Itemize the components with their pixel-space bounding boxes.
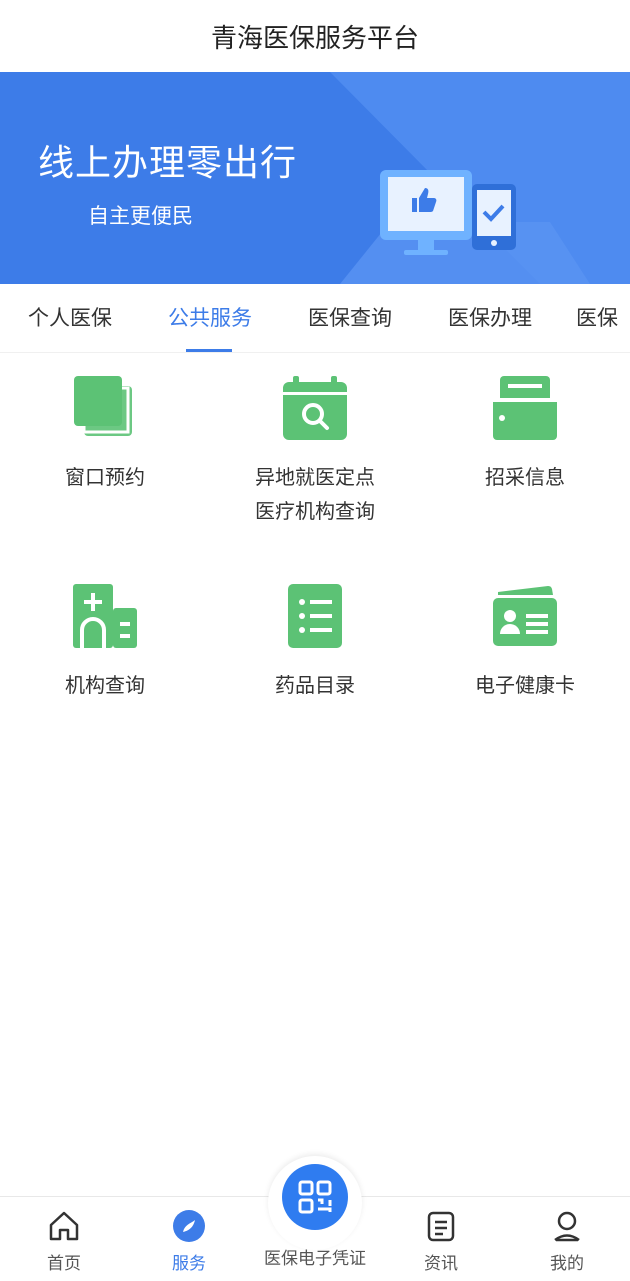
service-e-health-card[interactable]: 电子健康卡 — [420, 568, 630, 702]
service-label: 窗口预约 — [65, 465, 145, 489]
nav-mine-label: 我的 — [550, 1254, 584, 1274]
service-procurement-info[interactable]: 招采信息 — [420, 360, 630, 528]
service-label: 招采信息 — [485, 465, 565, 489]
user-icon — [554, 1211, 580, 1242]
service-label: 电子健康卡 — [475, 673, 575, 697]
qr-code-icon — [298, 1180, 332, 1214]
category-tabs: 个人医保 公共服务 医保查询 医保办理 医保 — [0, 284, 630, 353]
copy-icon — [74, 376, 132, 436]
nav-home[interactable]: 首页 — [14, 1209, 114, 1274]
service-institution-query[interactable]: 机构查询 — [0, 568, 210, 702]
computer-illustration-icon — [330, 72, 630, 284]
nav-mine[interactable]: 我的 — [517, 1209, 617, 1274]
compass-icon — [173, 1210, 205, 1242]
service-grid: 窗口预约 异地就医定点 医疗机构查询 招采信息 机构查询 药品目录 电子健康卡 — [0, 360, 630, 702]
list-icon — [288, 584, 342, 648]
nav-service[interactable]: 服务 — [139, 1209, 239, 1274]
tab-public-service[interactable]: 公共服务 — [140, 284, 280, 352]
calendar-search-icon — [283, 376, 347, 440]
nav-home-label: 首页 — [47, 1254, 81, 1274]
nav-news[interactable]: 资讯 — [391, 1209, 491, 1274]
service-window-appointment[interactable]: 窗口预约 — [0, 360, 210, 528]
service-drug-catalog[interactable]: 药品目录 — [210, 568, 420, 702]
nav-news-label: 资讯 — [424, 1254, 458, 1274]
medical-e-voucher-label: 医保电子凭证 — [264, 1249, 366, 1269]
service-label: 药品目录 — [275, 673, 355, 697]
service-remote-medical-query[interactable]: 异地就医定点 医疗机构查询 — [210, 360, 420, 528]
page-title: 青海医保服务平台 — [0, 0, 630, 72]
promo-banner[interactable]: 线上办理零出行 自主更便民 — [0, 72, 630, 284]
service-label: 机构查询 — [65, 673, 145, 697]
hospital-building-icon — [73, 584, 137, 648]
tab-insurance-handling[interactable]: 医保办理 — [420, 284, 560, 352]
tab-personal-insurance[interactable]: 个人医保 — [0, 284, 140, 352]
nav-service-label: 服务 — [172, 1254, 206, 1274]
folder-icon — [493, 376, 557, 440]
banner-subtitle: 自主更便民 — [88, 204, 193, 228]
home-icon — [49, 1211, 79, 1241]
tab-insurance-more[interactable]: 医保 — [560, 284, 630, 352]
banner-title: 线上办理零出行 — [38, 143, 298, 184]
tab-insurance-query[interactable]: 医保查询 — [280, 284, 420, 352]
medical-e-voucher-button[interactable] — [268, 1156, 362, 1250]
id-card-icon — [493, 585, 557, 646]
document-icon — [427, 1211, 455, 1242]
service-label: 异地就医定点 医疗机构查询 — [255, 465, 375, 523]
